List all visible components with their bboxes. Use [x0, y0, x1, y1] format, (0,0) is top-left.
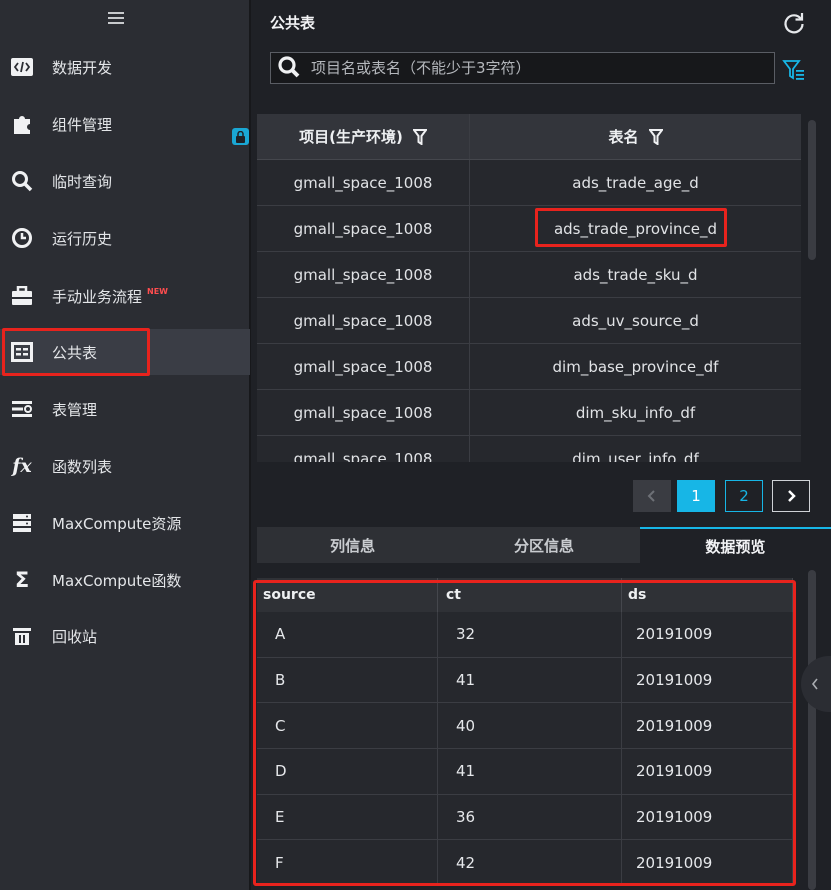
sidebar-item-label: 函数列表 — [52, 457, 113, 476]
sidebar: 数据开发 组件管理 临时查询 运行历史 手动业务流程 NEW 公共表 表管理 f… — [0, 0, 251, 890]
chevron-left-icon — [811, 678, 818, 690]
search-icon — [277, 55, 303, 81]
sidebar-item-label: 回收站 — [52, 627, 98, 646]
search-box — [270, 52, 775, 84]
tab-partition-info[interactable]: 分区信息 — [448, 527, 639, 563]
sidebar-item-label: MaxCompute资源 — [52, 514, 182, 533]
sidebar-item-public-table[interactable]: 公共表 — [0, 329, 250, 375]
sidebar-item-recycle-bin[interactable]: 回收站 — [0, 613, 250, 659]
refresh-icon[interactable] — [782, 11, 806, 35]
highlight-box-preview — [253, 580, 796, 886]
table-row[interactable]: gmall_space_1008 dim_sku_info_df — [257, 390, 801, 436]
cell-table-name: ads_uv_source_d — [572, 311, 699, 330]
sidebar-item-label: 运行历史 — [52, 229, 113, 248]
list-icon — [10, 397, 34, 421]
tab-column-info[interactable]: 列信息 — [257, 527, 448, 563]
highlight-box-table-name — [535, 208, 727, 247]
table-row[interactable]: gmall_space_1008 dim_base_province_df — [257, 344, 801, 390]
main-panel: 公共表 项目(生产环境) 表名 gmall_space_1008 ads_trad… — [253, 0, 831, 890]
sidebar-item-mc-function[interactable]: Σ MaxCompute函数 — [0, 557, 250, 603]
column-header-label: 项目(生产环境) — [299, 128, 403, 146]
cell-project: gmall_space_1008 — [257, 206, 470, 251]
filter-icon[interactable] — [782, 58, 806, 82]
clock-icon — [10, 226, 34, 250]
page-title: 公共表 — [270, 14, 316, 32]
table-icon — [10, 340, 34, 364]
cell-project: gmall_space_1008 — [257, 298, 470, 343]
new-badge: NEW — [147, 286, 168, 296]
sidebar-item-functions[interactable]: fx 函数列表 — [0, 443, 250, 489]
page-button-1[interactable]: 1 — [677, 480, 715, 512]
cell-table-name: dim_sku_info_df — [575, 403, 696, 422]
page-button-2[interactable]: 2 — [725, 480, 763, 512]
sidebar-item-data-dev[interactable]: 数据开发 — [0, 44, 250, 90]
lock-icon[interactable] — [232, 128, 249, 145]
cell-table-name: dim_base_province_df — [552, 357, 719, 376]
sidebar-item-label: MaxCompute函数 — [52, 571, 182, 590]
prev-page-button[interactable] — [633, 480, 671, 512]
funnel-icon[interactable] — [412, 128, 427, 145]
cell-project: gmall_space_1008 — [257, 436, 470, 462]
funnel-icon[interactable] — [648, 128, 663, 145]
search-input[interactable] — [311, 59, 774, 77]
column-header-table-name[interactable]: 表名 — [470, 114, 801, 159]
preview-scrollbar[interactable] — [808, 570, 816, 890]
sidebar-item-label: 数据开发 — [52, 58, 113, 77]
cell-table-name: ads_trade_sku_d — [573, 265, 698, 284]
table-row[interactable]: gmall_space_1008 dim_user_info_df — [257, 436, 801, 462]
puzzle-icon — [10, 112, 34, 136]
sidebar-item-run-history[interactable]: 运行历史 — [0, 215, 250, 261]
sidebar-item-label: 组件管理 — [52, 115, 113, 134]
cell-table-name: ads_trade_age_d — [572, 173, 699, 192]
public-table-list: 项目(生产环境) 表名 gmall_space_1008 ads_trade_ag… — [257, 114, 801, 462]
fx-icon: fx — [12, 455, 32, 477]
sidebar-item-table-manage[interactable]: 表管理 — [0, 386, 250, 432]
table-row[interactable]: gmall_space_1008 ads_trade_sku_d — [257, 252, 801, 298]
cell-project: gmall_space_1008 — [257, 160, 470, 205]
sidebar-item-mc-resource[interactable]: MaxCompute资源 — [0, 500, 250, 546]
sidebar-item-manual-flow[interactable]: 手动业务流程 NEW — [0, 273, 250, 319]
cell-project: gmall_space_1008 — [257, 344, 470, 389]
code-icon — [10, 55, 34, 79]
column-header-project[interactable]: 项目(生产环境) — [257, 114, 470, 159]
cell-project: gmall_space_1008 — [257, 390, 470, 435]
sidebar-item-label: 手动业务流程 — [52, 287, 143, 306]
sidebar-item-temp-query[interactable]: 临时查询 — [0, 158, 250, 204]
cell-table-name: dim_user_info_df — [572, 449, 699, 463]
search-icon — [10, 169, 34, 193]
cell-project: gmall_space_1008 — [257, 252, 470, 297]
detail-tabs: 列信息 分区信息 数据预览 — [257, 527, 831, 563]
sidebar-item-components[interactable]: 组件管理 — [0, 101, 250, 147]
sidebar-item-label: 临时查询 — [52, 172, 113, 191]
tab-data-preview[interactable]: 数据预览 — [639, 527, 831, 563]
table-scrollbar[interactable] — [808, 120, 816, 260]
collapse-panel-handle[interactable] — [801, 656, 831, 712]
server-icon — [10, 511, 34, 535]
hamburger-menu-icon[interactable] — [108, 12, 124, 24]
trash-icon — [10, 624, 34, 648]
table-row[interactable]: gmall_space_1008 ads_trade_age_d — [257, 160, 801, 206]
table-header: 项目(生产环境) 表名 — [257, 114, 801, 160]
sidebar-item-label: 表管理 — [52, 400, 98, 419]
table-row[interactable]: gmall_space_1008 ads_uv_source_d — [257, 298, 801, 344]
column-header-label: 表名 — [608, 128, 639, 146]
sidebar-item-label: 公共表 — [52, 343, 98, 362]
next-page-button[interactable] — [772, 480, 810, 512]
briefcase-icon — [10, 284, 34, 308]
sigma-icon: Σ — [14, 568, 30, 592]
